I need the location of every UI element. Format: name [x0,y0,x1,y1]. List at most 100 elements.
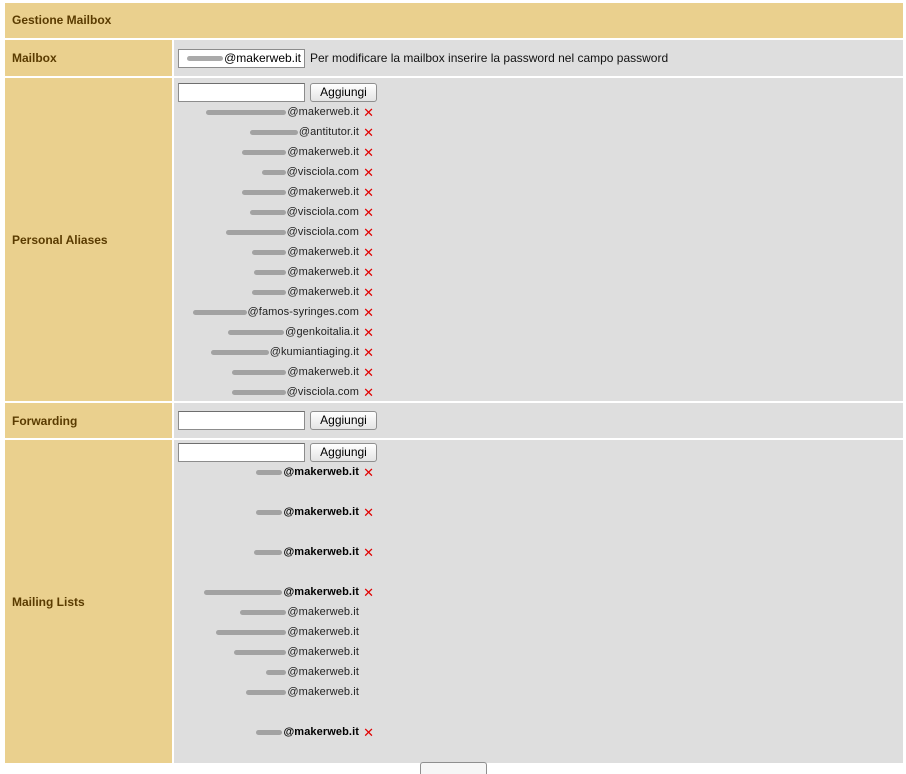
address-domain: @makerweb.it [287,106,359,118]
redacted-username [232,369,287,375]
delete-icon[interactable]: ✕ [359,466,374,479]
address-domain: @makerweb.it [287,606,359,618]
delete-icon[interactable]: ✕ [359,366,374,379]
redacted-username [254,549,283,555]
address-domain: @famos-syringes.com [247,306,359,318]
delete-icon[interactable]: ✕ [359,186,374,199]
delete-icon[interactable]: ✕ [359,166,374,179]
mailing-list-item: @makerweb.it ✕ [254,542,374,562]
redacted-username [210,349,269,355]
page-title: Gestione Mailbox [5,3,903,38]
add-forwarding-button[interactable]: Aggiungi [310,411,377,430]
address-domain: @makerweb.it [283,726,359,738]
alias-item: @famos-syringes.com ✕ [192,302,374,322]
address-domain: @genkoitalia.it [285,326,359,338]
mailing-lists-cell: Aggiungi @makerweb.it ✕ @makerweb.it ✕ @make… [174,440,903,763]
mailing-list-item: @makerweb.it [266,662,374,682]
redacted-username [252,289,287,295]
alias-item: @makerweb.it ✕ [242,182,374,202]
delete-icon[interactable]: ✕ [359,206,374,219]
redacted-username [249,209,286,215]
redacted-username [256,469,283,475]
delete-icon[interactable]: ✕ [359,266,374,279]
address-domain: @visciola.com [286,206,359,218]
delete-icon[interactable]: ✕ [359,306,374,319]
address-domain: @visciola.com [286,386,359,398]
redacted-username [206,109,287,115]
forwarding-input[interactable] [178,411,305,430]
delete-icon[interactable]: ✕ [359,506,374,519]
alias-item: @visciola.com ✕ [225,222,374,242]
alias-item: @makerweb.it ✕ [252,242,374,262]
alias-input[interactable] [178,83,305,102]
delete-icon[interactable]: ✕ [359,246,374,259]
alias-item: @makerweb.it ✕ [252,282,374,302]
delete-icon[interactable]: ✕ [359,126,374,139]
redacted-username [216,629,287,635]
address-domain: @visciola.com [286,166,359,178]
add-mailing-list-button[interactable]: Aggiungi [310,443,377,462]
personal-aliases-label: Personal Aliases [5,78,172,401]
submit-button[interactable] [420,762,487,774]
redacted-username [187,56,224,62]
delete-icon[interactable]: ✕ [359,106,374,119]
mailing-list-item: @makerweb.it ✕ [204,582,374,602]
redacted-username [204,589,283,595]
delete-icon[interactable]: ✕ [359,346,374,359]
address-domain: @makerweb.it [287,666,359,678]
delete-icon[interactable]: ✕ [359,386,374,399]
redacted-username [246,689,287,695]
alias-item: @visciola.com ✕ [249,202,374,222]
add-alias-button[interactable]: Aggiungi [310,83,377,102]
redacted-username [228,329,285,335]
mailbox-field[interactable]: @makerweb.it [178,49,305,68]
mailing-list-item: @makerweb.it ✕ [256,722,374,742]
mailing-list-item: @makerweb.it [246,682,374,702]
mailing-list-item: @makerweb.it [240,602,374,622]
alias-item: @antitutor.it ✕ [249,122,374,142]
mailing-list-item: @makerweb.it [216,622,374,642]
redacted-username [261,169,286,175]
redacted-username [242,189,287,195]
delete-icon[interactable]: ✕ [359,226,374,239]
delete-icon[interactable]: ✕ [359,286,374,299]
mailbox-cell: @makerweb.it Per modificare la mailbox i… [174,40,903,76]
address-domain: @makerweb.it [287,366,359,378]
delete-icon[interactable]: ✕ [359,146,374,159]
redacted-username [256,729,283,735]
address-domain: @makerweb.it [283,546,359,558]
redacted-username [231,389,286,395]
alias-item: @makerweb.it ✕ [206,102,374,122]
address-domain: @makerweb.it [283,466,359,478]
redacted-username [249,129,298,135]
address-domain: @makerweb.it [283,586,359,598]
delete-icon[interactable]: ✕ [359,326,374,339]
forwarding-cell: Aggiungi [174,403,903,438]
address-domain: @antitutor.it [298,126,359,138]
alias-item: @makerweb.it ✕ [254,262,374,282]
forwarding-label: Forwarding [5,403,172,438]
mailing-list-item: @makerweb.it ✕ [256,462,374,482]
address-domain: @makerweb.it [287,266,359,278]
address-domain: @makerweb.it [287,146,359,158]
redacted-username [240,609,287,615]
mailing-list-input[interactable] [178,443,305,462]
address-domain: @makerweb.it [287,686,359,698]
alias-item: @kumiantiaging.it ✕ [210,342,374,362]
alias-item: @visciola.com ✕ [231,382,374,402]
alias-item: @visciola.com ✕ [261,162,374,182]
personal-aliases-cell: Aggiungi @makerweb.it ✕ @antitutor.it ✕ @mak… [174,78,903,401]
redacted-username [266,669,287,675]
delete-icon[interactable]: ✕ [359,546,374,559]
mailing-list-item: @makerweb.it ✕ [256,502,374,522]
redacted-username [192,309,247,315]
mailbox-domain: @makerweb.it [224,51,301,65]
redacted-username [234,649,287,655]
mailbox-help-text: Per modificare la mailbox inserire la pa… [310,51,669,65]
mailbox-label: Mailbox [5,40,172,76]
delete-icon[interactable]: ✕ [359,726,374,739]
address-domain: @makerweb.it [287,646,359,658]
redacted-username [254,269,287,275]
delete-icon[interactable]: ✕ [359,586,374,599]
address-domain: @makerweb.it [287,246,359,258]
